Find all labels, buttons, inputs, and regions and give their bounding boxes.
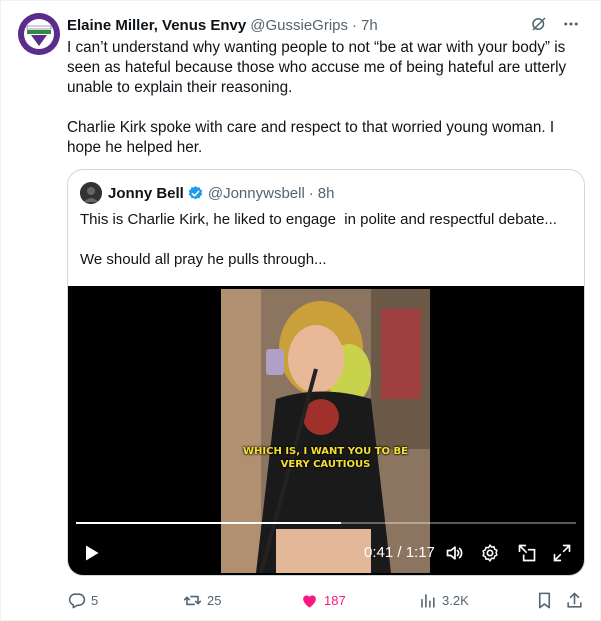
timestamp[interactable]: 7h <box>361 17 378 34</box>
caption-line-1: WHICH IS, I WANT YOU TO BE <box>243 446 408 457</box>
gussie-grips-logo <box>18 13 60 55</box>
tweet-actions: 5 25 187 3.2K <box>67 589 591 611</box>
separator: · <box>352 16 357 34</box>
quoted-author-name[interactable]: Jonny Bell <box>108 185 184 202</box>
settings-icon[interactable] <box>477 540 503 566</box>
author-name[interactable]: Elaine Miller, Venus Envy <box>67 17 246 34</box>
repost-icon <box>183 595 202 605</box>
video-caption: WHICH IS, I WANT YOU TO BE VERY CAUTIOUS <box>221 445 430 471</box>
view-count: 3.2K <box>442 592 469 608</box>
volume-icon[interactable] <box>442 540 468 566</box>
views-icon <box>421 593 435 608</box>
video-frame[interactable]: WHICH IS, I WANT YOU TO BE VERY CAUTIOUS <box>221 289 430 573</box>
quoted-timestamp[interactable]: 8h <box>318 185 335 202</box>
caption-line-2: VERY CAUTIOUS <box>280 459 371 470</box>
bookmark-button[interactable] <box>535 589 559 611</box>
heart-icon <box>303 594 316 608</box>
quoted-text-p2: We should all pray he pulls through... <box>80 251 327 268</box>
share-button[interactable] <box>565 589 589 611</box>
more-icon[interactable] <box>562 15 580 37</box>
tweet-text: I can’t understand why wanting people to… <box>67 38 577 158</box>
author-handle[interactable]: @GussieGrips <box>250 17 348 34</box>
tweet-header: Elaine Miller, Venus Envy @GussieGrips ·… <box>67 15 580 35</box>
like-count: 187 <box>324 592 346 608</box>
grok-icon[interactable] <box>530 15 548 37</box>
quoted-tweet[interactable]: Jonny Bell @Jonnywsbell · 8h This is Cha… <box>67 169 585 576</box>
video-controls: 0:41 / 1:17 <box>68 540 584 566</box>
video-progress-bar[interactable] <box>76 522 576 524</box>
quoted-tweet-text: This is Charlie Kirk, he liked to engage… <box>80 210 580 270</box>
verified-badge-icon <box>188 185 203 199</box>
pip-icon[interactable] <box>514 540 540 566</box>
play-icon[interactable] <box>78 540 104 566</box>
video-player[interactable]: WHICH IS, I WANT YOU TO BE VERY CAUTIOUS… <box>68 286 584 575</box>
author-avatar[interactable] <box>18 13 60 55</box>
like-button[interactable]: 187 <box>300 589 346 611</box>
reply-button[interactable]: 5 <box>67 589 98 611</box>
video-timecode: 0:41 / 1:17 <box>364 544 435 561</box>
quoted-text-p1: This is Charlie Kirk, he liked to engage… <box>80 211 557 228</box>
repost-count: 25 <box>207 592 222 608</box>
quoted-author-handle[interactable]: @Jonnywsbell <box>208 185 305 202</box>
fullscreen-icon[interactable] <box>549 540 575 566</box>
video-progress-fill <box>76 522 341 524</box>
tweet-text-p2: Charlie Kirk spoke with care and respect… <box>67 119 559 156</box>
views-button[interactable]: 3.2K <box>418 589 469 611</box>
share-icon <box>567 592 582 608</box>
tweet-card[interactable]: Elaine Miller, Venus Envy @GussieGrips ·… <box>0 0 601 621</box>
quoted-tweet-header: Jonny Bell @Jonnywsbell · 8h <box>80 182 334 204</box>
reply-count: 5 <box>91 592 99 608</box>
separator: · <box>308 184 314 202</box>
bookmark-icon <box>538 592 551 608</box>
repost-button[interactable]: 25 <box>183 589 221 611</box>
video-still-image <box>221 289 430 573</box>
reply-icon <box>68 592 86 608</box>
tweet-text-p1: I can’t understand why wanting people to… <box>67 39 571 96</box>
quoted-author-avatar[interactable] <box>80 182 102 204</box>
